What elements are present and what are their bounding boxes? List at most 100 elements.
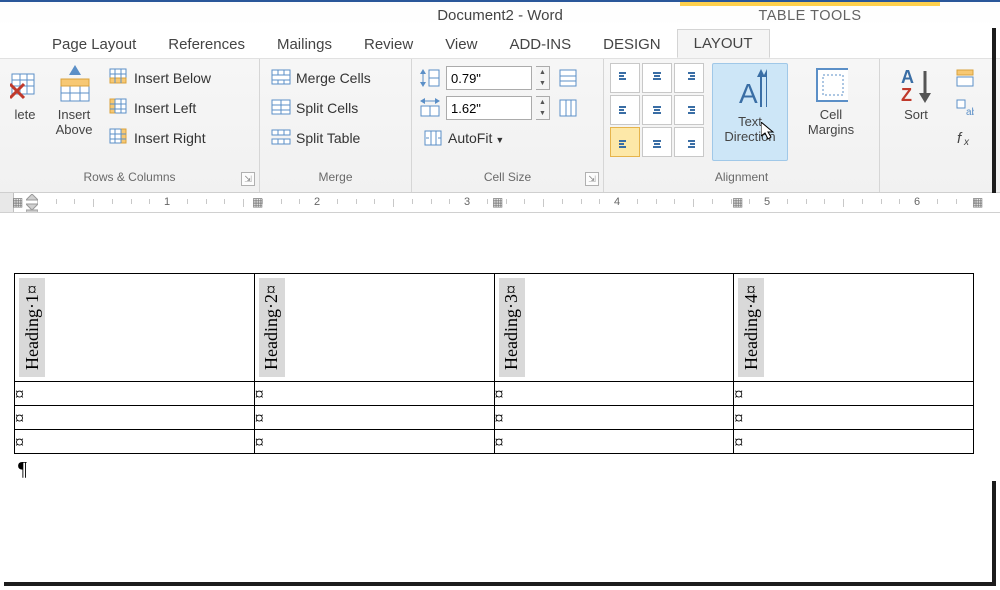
table-cell[interactable]: ¤ — [254, 430, 494, 454]
tab-addins[interactable]: ADD-INS — [493, 31, 587, 58]
align-bottom-center-button[interactable] — [642, 127, 672, 157]
distribute-rows-icon[interactable] — [558, 68, 578, 88]
insert-left-button[interactable]: Insert Left — [104, 93, 215, 123]
table-cell[interactable]: ¤ — [734, 382, 974, 406]
column-width-icon — [418, 97, 442, 119]
table-row: ¤¤¤¤ — [15, 406, 974, 430]
horizontal-ruler[interactable]: 1 2 3 4 5 6 ▦ ▦ ▦ ▦ ▦ — [0, 193, 1000, 213]
tab-layout[interactable]: LAYOUT — [677, 29, 770, 58]
dropdown-caret-icon: ▼ — [495, 135, 504, 145]
insert-right-icon — [108, 127, 130, 149]
row-height-input[interactable] — [446, 66, 532, 90]
align-top-center-button[interactable] — [642, 63, 672, 93]
svg-text:f: f — [957, 130, 963, 147]
column-width-spinner[interactable]: ▲▼ — [536, 96, 550, 120]
row-height-spinner[interactable]: ▲▼ — [536, 66, 550, 90]
column-width-input[interactable] — [446, 96, 532, 120]
split-table-icon — [270, 127, 292, 149]
ruler-column-marker[interactable]: ▦ — [252, 195, 263, 209]
table-cell[interactable]: ¤ — [734, 430, 974, 454]
group-merge-label: Merge — [260, 170, 411, 192]
svg-text:ab: ab — [966, 107, 974, 117]
table-cell[interactable]: ¤ — [734, 406, 974, 430]
distribute-columns-icon[interactable] — [558, 98, 578, 118]
table-row: ¤¤¤¤ — [15, 430, 974, 454]
convert-to-text-button[interactable]: ab — [950, 93, 980, 123]
insert-right-button[interactable]: Insert Right — [104, 123, 215, 153]
table-cell[interactable]: ¤ — [15, 430, 255, 454]
ruler-column-marker[interactable]: ▦ — [492, 195, 503, 209]
ruler-number: 3 — [464, 196, 470, 208]
ruler-column-marker[interactable]: ▦ — [972, 195, 983, 209]
table-header-cell[interactable]: Heading·4¤ — [734, 274, 974, 382]
insert-below-button[interactable]: Insert Below — [104, 63, 215, 93]
merge-cells-button[interactable]: Merge Cells — [266, 63, 375, 93]
table-header-cell[interactable]: Heading·1¤ — [15, 274, 255, 382]
align-center-center-button[interactable] — [642, 95, 672, 125]
cell-margins-button[interactable]: Cell Margins — [796, 63, 866, 161]
row-height-icon — [418, 67, 442, 89]
repeat-header-rows-button[interactable] — [950, 63, 980, 93]
merge-cells-icon — [270, 67, 292, 89]
table-cell[interactable]: ¤ — [254, 406, 494, 430]
autofit-button[interactable]: AutoFit▼ — [418, 123, 597, 153]
insert-above-button[interactable]: Insert Above — [44, 63, 104, 161]
insert-above-icon — [57, 65, 91, 105]
tab-page-layout[interactable]: Page Layout — [36, 31, 152, 58]
indent-marker[interactable] — [26, 194, 38, 212]
window-title: Document2 - Word — [437, 7, 563, 24]
table-row: ¤¤¤¤ — [15, 382, 974, 406]
align-top-left-button[interactable] — [610, 63, 640, 93]
table-header-cell[interactable]: Heading·3¤ — [494, 274, 734, 382]
table-cell[interactable]: ¤ — [15, 382, 255, 406]
svg-text:Z: Z — [901, 85, 912, 105]
tab-review[interactable]: Review — [348, 31, 429, 58]
autofit-icon — [422, 127, 444, 149]
repeat-header-icon — [954, 67, 976, 89]
text-direction-icon: A — [733, 66, 767, 112]
svg-text:x: x — [963, 137, 970, 147]
convert-text-icon: ab — [954, 97, 976, 119]
document-table[interactable]: Heading·1¤ Heading·2¤ Heading·3¤ Heading… — [14, 273, 974, 454]
cursor-icon — [761, 122, 775, 140]
ruler-number: 2 — [314, 196, 320, 208]
svg-text:A: A — [901, 67, 914, 87]
cell-size-launcher-icon[interactable]: ⇲ — [585, 172, 599, 186]
group-rows-columns-label: Rows & Columns ⇲ — [0, 170, 259, 192]
group-cell-size-label: Cell Size ⇲ — [412, 170, 603, 192]
table-header-row: Heading·1¤ Heading·2¤ Heading·3¤ Heading… — [15, 274, 974, 382]
formula-button[interactable]: fx — [950, 123, 980, 153]
table-cell[interactable]: ¤ — [494, 382, 734, 406]
tab-view[interactable]: View — [429, 31, 493, 58]
table-cell[interactable]: ¤ — [254, 382, 494, 406]
ruler-number: 6 — [914, 196, 920, 208]
align-bottom-right-button[interactable] — [674, 127, 704, 157]
tab-references[interactable]: References — [152, 31, 261, 58]
document-area[interactable]: Heading·1¤ Heading·2¤ Heading·3¤ Heading… — [0, 213, 1000, 481]
ruler-column-marker[interactable]: ▦ — [12, 195, 23, 209]
align-center-right-button[interactable] — [674, 95, 704, 125]
alignment-grid — [610, 63, 704, 157]
rows-columns-launcher-icon[interactable]: ⇲ — [241, 172, 255, 186]
table-cell[interactable]: ¤ — [15, 406, 255, 430]
ruler-number: 5 — [764, 196, 770, 208]
tab-design[interactable]: DESIGN — [587, 31, 677, 58]
align-top-right-button[interactable] — [674, 63, 704, 93]
split-table-button[interactable]: Split Table — [266, 123, 375, 153]
table-cell[interactable]: ¤ — [494, 406, 734, 430]
ribbon-tabs: Page Layout References Mailings Review V… — [0, 28, 1000, 58]
ruler-number: 1 — [164, 196, 170, 208]
split-cells-button[interactable]: Split Cells — [266, 93, 375, 123]
title-bar: Document2 - Word TABLE TOOLS — [0, 0, 1000, 28]
align-bottom-left-button[interactable] — [610, 127, 640, 157]
table-header-cell[interactable]: Heading·2¤ — [254, 274, 494, 382]
table-cell[interactable]: ¤ — [494, 430, 734, 454]
sort-button[interactable]: AZ Sort — [886, 63, 946, 161]
ruler-column-marker[interactable]: ▦ — [732, 195, 743, 209]
formula-icon: fx — [954, 127, 976, 149]
delete-button[interactable]: lete — [6, 63, 44, 161]
align-center-left-button[interactable] — [610, 95, 640, 125]
text-direction-button[interactable]: A Text Direction — [712, 63, 788, 161]
tab-mailings[interactable]: Mailings — [261, 31, 348, 58]
ruler-number: 4 — [614, 196, 620, 208]
